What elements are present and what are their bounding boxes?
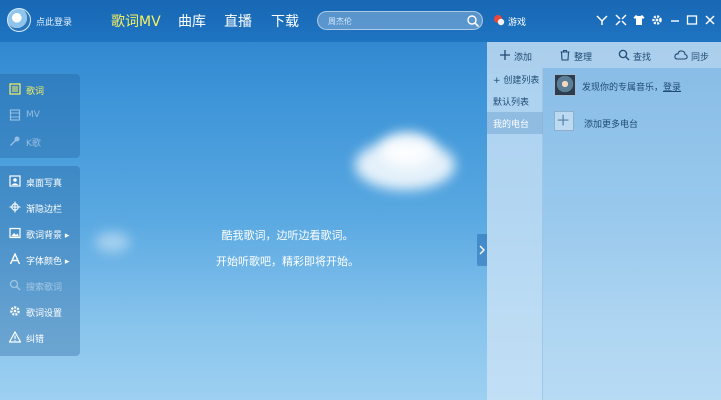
move-icon: [9, 201, 21, 213]
cloud-decoration: [380, 132, 435, 167]
lyrics-placeholder-line-1: 酷我歌词，边听边看歌词。: [221, 229, 354, 242]
add-radio-button[interactable]: [554, 111, 574, 131]
tab-live[interactable]: 直播: [224, 11, 252, 31]
playlist-toolbar: 添加 整理 查找 同步: [487, 42, 721, 68]
menu-label: 字体颜色 ▸: [26, 257, 70, 267]
menu-label: 桌面写真: [26, 179, 63, 189]
tab-lyrics-mv[interactable]: 歌词MV: [111, 11, 161, 31]
cloud-icon: [674, 50, 688, 60]
menu-item-lyrics-settings[interactable]: 歌词设置: [0, 298, 80, 324]
menu-label: 渐隐边栏: [26, 205, 63, 215]
menu-item-fade-sidebar[interactable]: 渐隐边栏: [0, 194, 80, 220]
toolbar-label: 整理: [574, 53, 593, 63]
tab-download[interactable]: 下载: [271, 11, 299, 31]
game-label[interactable]: 游戏: [508, 15, 526, 28]
trash-icon: [560, 49, 570, 61]
search-input[interactable]: [328, 14, 468, 28]
menu-item-font-color[interactable]: 字体颜色 ▸: [0, 246, 80, 272]
playlist-item-default[interactable]: 默认列表: [487, 90, 543, 112]
search-icon: [618, 49, 630, 61]
menu-label: 搜索歌词: [26, 283, 63, 293]
menu-item-lyrics-background[interactable]: 歌词背景 ▸: [0, 220, 80, 246]
font-icon: [9, 253, 21, 265]
toolbar-label: 查找: [633, 53, 652, 63]
title-bar: 点此登录 歌词MV 曲库 直播 下载 游戏: [0, 0, 721, 42]
search-box: [317, 11, 483, 30]
radio-thumbnail: [554, 74, 576, 96]
gear-icon[interactable]: [651, 14, 663, 26]
menu-item-lyrics[interactable]: 歌词: [0, 76, 80, 102]
menu-item-karaoke[interactable]: K歌: [0, 128, 80, 154]
menu-item-mv[interactable]: MV: [0, 102, 80, 128]
mic-icon: [9, 136, 20, 147]
left-menu-group-2: 桌面写真 渐隐边栏 歌词背景 ▸ 字体颜色 ▸ 搜索歌词 歌词设置 纠错: [0, 166, 80, 356]
menu-label: 歌词: [26, 87, 45, 97]
search-icon[interactable]: [466, 14, 480, 28]
lyrics-placeholder-line-2: 开始听歌吧，精彩即将开始。: [216, 255, 359, 268]
mv-icon: [9, 109, 21, 121]
add-radio-label[interactable]: 添加更多电台: [584, 117, 638, 130]
menu-label: K歌: [26, 139, 41, 149]
left-menu-group-1: 歌词 MV K歌: [0, 74, 80, 158]
plus-icon: [557, 114, 569, 126]
gear-icon: [10, 306, 20, 316]
minimize-icon[interactable]: [669, 14, 681, 26]
photo-icon: [9, 175, 21, 187]
login-link[interactable]: 登录: [663, 80, 681, 93]
image-icon: [9, 227, 21, 239]
toolbar-label: 同步: [691, 53, 710, 63]
menu-label: 歌词设置: [26, 309, 63, 319]
chevron-right-icon: [479, 245, 485, 255]
game-icon[interactable]: [493, 14, 505, 26]
warning-icon: [9, 331, 21, 343]
maximize-icon[interactable]: [686, 14, 698, 26]
shrink-icon[interactable]: [615, 14, 627, 26]
skin-icon[interactable]: [596, 14, 608, 26]
app-logo[interactable]: [7, 8, 31, 32]
close-icon[interactable]: [704, 14, 716, 26]
menu-item-desktop-photo[interactable]: 桌面写真: [0, 168, 80, 194]
submenu-arrow-icon: ▸: [64, 257, 70, 267]
radio-content: 发现你的专属音乐， 登录 添加更多电台: [544, 68, 721, 400]
plus-icon: [500, 50, 510, 60]
playlist-panel: 添加 整理 查找 同步 + 创建列表 默认列表 我的电台 发现你的专属音乐， 登…: [487, 42, 721, 400]
lyrics-icon: [9, 83, 21, 95]
menu-label: MV: [26, 110, 40, 120]
search-icon: [9, 279, 21, 291]
tab-library[interactable]: 曲库: [178, 11, 206, 31]
create-playlist-button[interactable]: + 创建列表: [487, 68, 543, 90]
menu-item-search-lyrics[interactable]: 搜索歌词: [0, 272, 80, 298]
menu-item-report-error[interactable]: 纠错: [0, 324, 80, 350]
collapse-panel-handle[interactable]: [477, 234, 487, 266]
playlist-sidebar: + 创建列表 默认列表 我的电台: [487, 68, 543, 400]
tshirt-icon[interactable]: [633, 14, 645, 26]
login-link[interactable]: 点此登录: [36, 15, 72, 28]
playlist-item-my-radio[interactable]: 我的电台: [487, 112, 543, 134]
submenu-arrow-icon: ▸: [64, 231, 70, 241]
toolbar-label: 添加: [514, 53, 533, 63]
menu-label: 歌词背景 ▸: [26, 231, 70, 241]
discover-text: 发现你的专属音乐，: [582, 83, 664, 93]
menu-label: 纠错: [26, 335, 45, 345]
